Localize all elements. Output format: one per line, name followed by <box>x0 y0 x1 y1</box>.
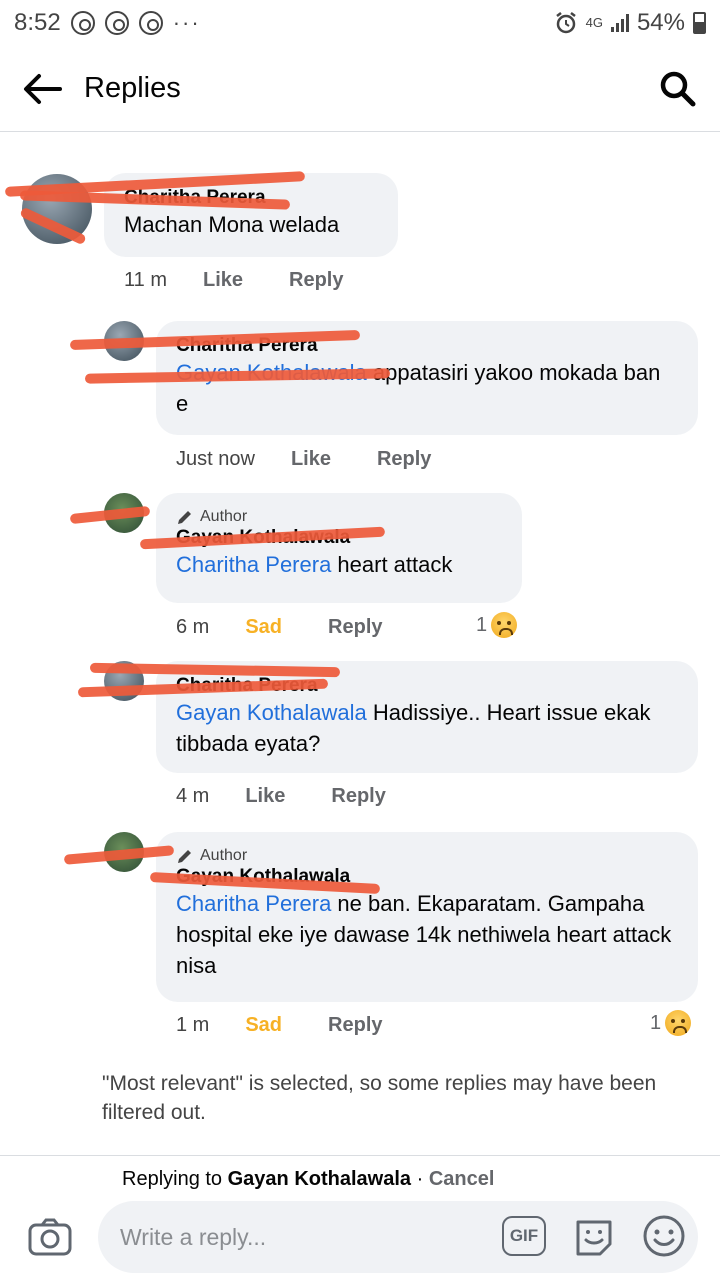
status-bar: 8:52 ··· 4G 54% <box>0 0 720 46</box>
separator: · <box>411 1168 429 1190</box>
reaction-summary[interactable]: 1 <box>476 612 518 638</box>
status-time: 8:52 <box>14 9 61 36</box>
author-label: Author <box>200 847 248 864</box>
comment-time: 1 m <box>176 1014 210 1036</box>
reaction-button[interactable]: Sad <box>245 1014 282 1037</box>
comment-text: Gayan Kothalawala appatasiri yakoo mokad… <box>176 360 661 416</box>
reply-button[interactable]: Reply <box>331 785 385 808</box>
whatsapp-icon <box>138 11 163 35</box>
comment-actions: 1 m Sad Reply <box>176 1014 383 1037</box>
replies-list: Charitha Perera Machan Mona welada 11 m … <box>0 133 720 1155</box>
author-badge: Author <box>176 846 678 866</box>
comment-actions: 6 m Sad Reply <box>176 616 383 639</box>
author-badge: Author <box>176 507 502 527</box>
comment-item: Author Gayan Kothalawala Charitha Perera… <box>0 488 720 658</box>
app-header: Replies <box>0 46 720 132</box>
back-arrow-icon <box>24 73 62 104</box>
more-notifications-icon: ··· <box>172 10 201 35</box>
mention-link[interactable]: Gayan Kothalawala <box>176 700 367 725</box>
comment-actions: 4 m Like Reply <box>176 785 386 808</box>
search-button[interactable] <box>636 46 720 132</box>
replying-prefix: Replying to <box>122 1168 228 1190</box>
pencil-icon <box>178 511 191 524</box>
like-button[interactable]: Like <box>291 448 331 471</box>
comment-bubble[interactable]: Author Gayan Kothalawala Charitha Perera… <box>156 493 522 603</box>
comment-item: Author Gayan Kothalawala Charitha Perera… <box>0 828 720 1048</box>
like-button[interactable]: Like <box>203 269 243 292</box>
search-icon <box>660 71 696 106</box>
comment-actions: Just now Like Reply <box>176 448 431 471</box>
cancel-reply-button[interactable]: Cancel <box>429 1168 495 1190</box>
comment-bubble[interactable]: Charitha Perera Gayan Kothalawala Hadiss… <box>156 661 698 773</box>
gif-button[interactable]: GIF <box>502 1216 546 1256</box>
comment-time: 6 m <box>176 616 210 638</box>
comment-text: Machan Mona welada <box>124 212 340 237</box>
sticker-icon[interactable] <box>572 1214 616 1258</box>
comment-actions: 11 m Like Reply <box>124 269 343 292</box>
battery-level: 54% <box>636 9 685 36</box>
whatsapp-icon <box>104 11 129 35</box>
mention-link[interactable]: Charitha Perera <box>176 552 331 577</box>
comment-time: 11 m <box>124 269 167 291</box>
comment-text: Charitha Perera heart attack <box>176 552 453 577</box>
author-label: Author <box>200 508 248 525</box>
emoji-icon[interactable] <box>642 1214 686 1258</box>
like-button[interactable]: Like <box>245 785 285 808</box>
back-button[interactable] <box>0 46 84 132</box>
comment-item: Charitha Perera Gayan Kothalawala Hadiss… <box>0 653 720 823</box>
network-type: 4G <box>585 15 603 30</box>
comment-text: Charitha Perera ne ban. Ekaparatam. Gamp… <box>176 891 672 978</box>
reaction-count: 1 <box>650 1011 662 1034</box>
page-title: Replies <box>84 72 181 104</box>
reply-button[interactable]: Reply <box>289 269 343 292</box>
sad-reaction-icon <box>665 1010 692 1036</box>
replying-name: Gayan Kothalawala <box>227 1168 412 1190</box>
comment-text: Gayan Kothalawala Hadissiye.. Heart issu… <box>176 700 651 756</box>
mention-link[interactable]: Charitha Perera <box>176 891 331 916</box>
reply-composer: Replying to Gayan Kothalawala · Cancel W… <box>0 1155 720 1280</box>
reply-button[interactable]: Reply <box>328 1014 382 1037</box>
whatsapp-icon <box>70 11 95 35</box>
comment-item: Charitha Perera Machan Mona welada 11 m … <box>0 133 720 303</box>
reaction-count: 1 <box>476 613 488 636</box>
comment-bubble[interactable]: Author Gayan Kothalawala Charitha Perera… <box>156 832 698 1002</box>
comment-time: 4 m <box>176 785 210 807</box>
sad-reaction-icon <box>491 612 518 638</box>
signal-icon <box>610 14 629 32</box>
pencil-icon <box>178 850 191 863</box>
comment-item: Charitha Perera Gayan Kothalawala appata… <box>0 313 720 483</box>
filter-notice: "Most relevant" is selected, so some rep… <box>102 1072 657 1124</box>
replying-to-banner: Replying to Gayan Kothalawala · Cancel <box>122 1168 494 1191</box>
alarm-icon <box>555 12 576 34</box>
camera-icon[interactable] <box>28 1218 72 1256</box>
reply-button[interactable]: Reply <box>328 616 382 639</box>
battery-icon <box>693 12 706 34</box>
reaction-button[interactable]: Sad <box>245 616 282 639</box>
comment-time: Just now <box>176 448 255 470</box>
reply-button[interactable]: Reply <box>377 448 431 471</box>
reaction-summary[interactable]: 1 <box>650 1010 692 1036</box>
